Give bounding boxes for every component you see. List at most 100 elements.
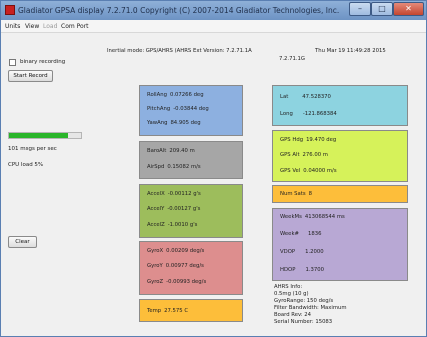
gps-timing-panel: WeekMs 413068544 ms Week# 1836 VDOP 1.2000 …	[272, 208, 408, 281]
maximize-button[interactable]: □	[371, 2, 393, 16]
pitch-value: -0.03844 deg	[173, 106, 209, 112]
yaw-value: 84.905 deg	[170, 120, 201, 126]
num-sats-label: Num Sats	[280, 191, 306, 197]
version-line-2: 7.2.71.1G	[279, 56, 306, 62]
hdop-row: HDOP 1.3700	[280, 267, 324, 273]
window-title: Gladiator GPSA display 7.2.71.0 Copyrigh…	[18, 6, 340, 15]
accel-y-row: AccelY -0.00127 g's	[147, 206, 200, 212]
week-ms-row: WeekMs 413068544 ms	[280, 214, 345, 220]
num-sats-row: Num Sats 8	[280, 191, 312, 197]
start-record-button[interactable]: Start Record	[8, 70, 53, 82]
gyro-x-value: 0.00209 deg/s	[166, 248, 205, 254]
gyro-y-label: GyroY	[147, 263, 163, 269]
vdop-value: 1.2000	[305, 249, 324, 255]
menu-units[interactable]: Units	[5, 23, 20, 30]
accel-z-label: AccelZ	[147, 222, 165, 228]
accel-panel: AccelX -0.00112 g's AccelY -0.00127 g's Ac…	[139, 184, 243, 238]
temp-label: Temp	[147, 308, 162, 314]
yaw-label: YawAng	[147, 120, 168, 126]
ahrs-info-gyro-range: GyroRange: 150 deg/s	[274, 298, 334, 304]
gps-hdg-label: GPS Hdg	[280, 137, 304, 143]
gps-vel-row: GPS Vel 0.04000 m/s	[280, 168, 337, 174]
hdop-value: 1.3700	[305, 267, 324, 273]
long-label: Long	[280, 111, 293, 117]
accel-x-row: AccelX -0.00112 g's	[147, 191, 201, 197]
ahrs-info-serial: Serial Number: 15083	[274, 319, 333, 325]
roll-label: RollAng	[147, 92, 167, 98]
week-num-label: Week#	[280, 231, 299, 237]
gps-hdg-value: 19.470 deg	[306, 137, 337, 143]
num-sats-panel: Num Sats 8	[272, 185, 408, 203]
checkbox-box[interactable]	[9, 59, 16, 66]
temp-value: 27.575 C	[164, 308, 189, 314]
gps-alt-label: GPS Alt	[280, 152, 300, 158]
gyro-z-label: GyroZ	[147, 279, 164, 285]
menu-bar: Units View Load Com Port	[1, 20, 426, 33]
accel-y-label: AccelY	[147, 206, 165, 212]
gps-hdg-row: GPS Hdg 19.470 deg	[280, 137, 336, 143]
inertial-mode-text: Inertial mode: GPS/AHRS (AHRS Ext Versio…	[107, 48, 252, 54]
binary-recording-label: binary recording	[20, 59, 66, 65]
pitch-row: PitchAng -0.03844 deg	[147, 106, 209, 112]
week-num-row: Week# 1836	[280, 231, 321, 237]
title-bar[interactable]: Gladiator GPSA display 7.2.71.0 Copyrigh…	[1, 1, 426, 20]
vdop-label: VDOP	[280, 249, 296, 255]
gyro-z-row: GyroZ -0.00993 deg/s	[147, 279, 206, 285]
airspeed-row: AirSpd 0.15082 m/s	[147, 164, 201, 170]
minimize-button[interactable]: –	[349, 2, 371, 16]
date-time: Thu Mar 19 11:49:28 2015	[315, 48, 386, 54]
accel-y-value: -0.00127 g's	[167, 206, 201, 212]
airspeed-value: 0.15082 m/s	[167, 164, 201, 170]
orientation-panel: RollAng 0.07266 deg PitchAng -0.03844 deg …	[139, 85, 243, 136]
vdop-row: VDOP 1.2000	[280, 249, 324, 255]
message-rate-fill	[9, 133, 69, 138]
ahrs-info-board-rev: Board Rev: 24	[274, 312, 312, 318]
week-num-value: 1836	[307, 231, 322, 237]
ahrs-info: AHRS Info: 0.5mg (10 g) GyroRange: 150 d…	[274, 284, 347, 326]
roll-row: RollAng 0.07266 deg	[147, 92, 204, 98]
message-rate-bar	[8, 132, 82, 139]
week-ms-value: 413068544 ms	[304, 214, 345, 220]
long-row: Long -121.868384	[280, 111, 337, 117]
clear-button[interactable]: Clear	[8, 236, 37, 248]
gps-vel-value: 0.04000 m/s	[303, 168, 337, 174]
accel-x-value: -0.00112 g's	[167, 191, 201, 197]
app-icon	[5, 5, 15, 15]
lat-value: 47.528370	[302, 94, 331, 100]
gyro-y-value: 0.00977 deg/s	[165, 263, 204, 269]
airspeed-label: AirSpd	[147, 164, 165, 170]
baro-alt-row: BaroAlt 209.40 m	[147, 148, 195, 154]
gps-vel-label: GPS Vel	[280, 168, 301, 174]
gyro-x-row: GyroX 0.00209 deg/s	[147, 248, 204, 254]
accel-x-label: AccelX	[147, 191, 165, 197]
air-data-panel: BaroAlt 209.40 m AirSpd 0.15082 m/s	[139, 141, 243, 179]
accel-z-value: -1.0010 g's	[167, 222, 198, 228]
gps-alt-value: 276.00 m	[302, 152, 328, 158]
menu-view[interactable]: View	[25, 23, 39, 30]
menu-com-port[interactable]: Com Port	[61, 23, 89, 30]
msgs-per-sec: 101 msgs per sec	[8, 146, 57, 152]
lat-label: Lat	[280, 94, 289, 100]
menu-load[interactable]: Load	[43, 23, 57, 30]
ahrs-info-title: AHRS Info:	[274, 284, 303, 290]
num-sats-value: 8	[308, 191, 312, 197]
long-value: -121.868384	[302, 111, 337, 117]
ahrs-info-filter: Filter Bandwidth: Maximum	[274, 305, 347, 311]
gps-alt-row: GPS Alt 276.00 m	[280, 152, 328, 158]
roll-value: 0.07266 deg	[169, 92, 204, 98]
baro-alt-label: BaroAlt	[147, 148, 167, 154]
gyro-x-label: GyroX	[147, 248, 164, 254]
close-button[interactable]: ✕	[393, 2, 424, 16]
gps-panel: GPS Hdg 19.470 deg GPS Alt 276.00 m GPS Ve…	[272, 130, 408, 182]
hdop-label: HDOP	[280, 267, 296, 273]
gyro-z-value: -0.00993 deg/s	[166, 279, 207, 285]
baro-alt-value: 209.40 m	[169, 148, 195, 154]
accel-z-row: AccelZ -1.0010 g's	[147, 222, 197, 228]
temp-row: Temp 27.575 C	[147, 308, 188, 314]
ahrs-info-accel-range: 0.5mg (10 g)	[274, 291, 309, 297]
cpu-load: CPU load 5%	[8, 162, 44, 168]
temperature-panel: Temp 27.575 C	[139, 299, 243, 322]
week-ms-label: WeekMs	[280, 214, 302, 220]
position-panel: Lat 47.528370 Long -121.868384	[272, 85, 408, 126]
pitch-label: PitchAng	[147, 106, 171, 112]
